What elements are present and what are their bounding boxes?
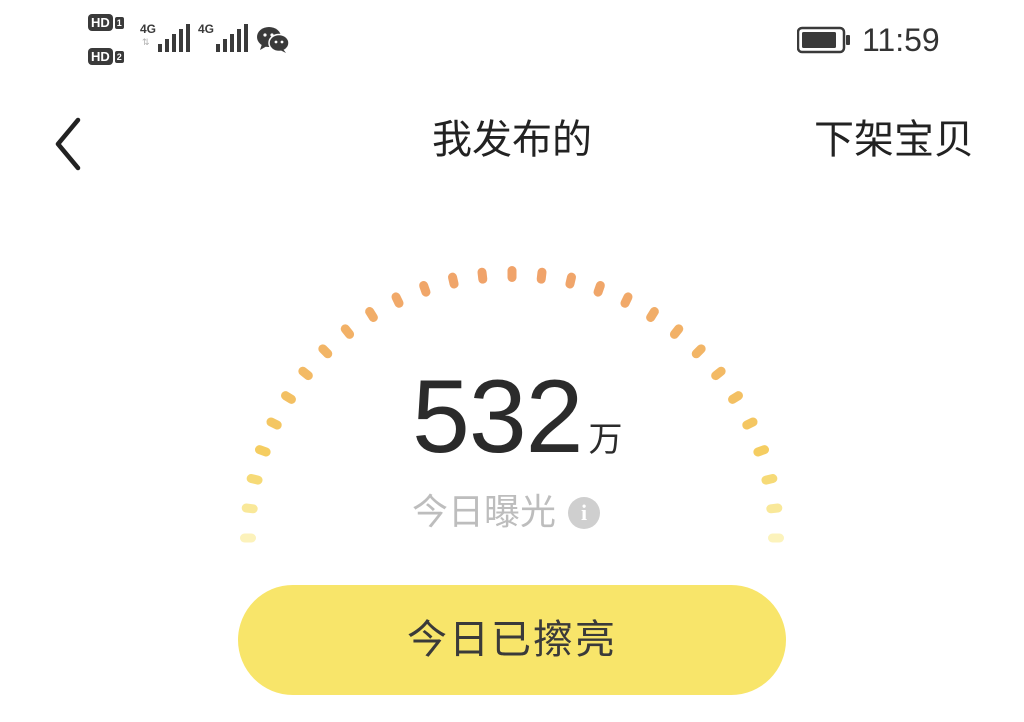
gauge-tick <box>565 272 576 289</box>
battery-icon <box>797 26 850 54</box>
gauge-tick <box>620 292 633 308</box>
gauge-tick <box>246 474 263 485</box>
polish-button[interactable]: 今日已擦亮 <box>238 585 786 695</box>
info-icon[interactable]: i <box>568 497 601 529</box>
network-type-2: 4G <box>198 22 215 36</box>
gauge-tick <box>318 344 333 359</box>
gauge-tick <box>728 391 743 404</box>
gauge-tick <box>711 366 726 381</box>
gauge-tick <box>365 307 378 322</box>
hd-label: HD <box>88 48 113 65</box>
exposure-label: 今日曝光 <box>412 492 557 533</box>
gauge-tick <box>340 324 355 339</box>
wechat-icon <box>257 27 290 53</box>
signal-bars <box>158 24 190 52</box>
gauge-tick <box>669 324 684 339</box>
hd-label: HD <box>88 14 113 31</box>
gauge-tick <box>477 267 488 284</box>
exposure-number: 532 <box>412 359 584 475</box>
signal-bars <box>216 24 248 52</box>
network-type-1: 4G <box>140 22 157 36</box>
data-arrows-icon: ⇅ <box>142 38 150 48</box>
gauge-tick <box>691 344 706 359</box>
gauge-tick <box>742 417 758 430</box>
gauge-tick <box>254 445 271 457</box>
gauge-tick <box>240 533 256 543</box>
gauge-tick <box>766 503 783 514</box>
nav-bar: 我发布的 下架宝贝 <box>0 100 1024 180</box>
gauge-tick <box>768 533 784 543</box>
gauge-tick <box>646 307 659 322</box>
status-bar: HD 1 HD 2 4G ⇅ 4G 11:59 <box>0 0 1024 80</box>
sim-slot-1: 1 <box>114 16 124 29</box>
hd-indicators: HD 1 HD 2 <box>88 14 134 70</box>
polish-button-label: 今日已擦亮 <box>407 617 617 663</box>
exposure-unit: 万 <box>588 420 623 460</box>
gauge-tick <box>507 266 517 282</box>
gauge-tick <box>266 417 282 430</box>
hd-icon-sim1: HD 1 <box>88 14 124 31</box>
gauge-tick <box>593 280 605 297</box>
gauge-tick <box>448 272 459 289</box>
gauge-tick <box>761 474 778 485</box>
unlisted-items-link[interactable]: 下架宝贝 <box>814 116 974 164</box>
gauge-tick <box>241 503 258 514</box>
gauge-tick <box>298 366 313 381</box>
gauge-tick <box>391 292 404 308</box>
exposure-label-row: 今日曝光 i <box>412 490 601 536</box>
gauge-tick <box>536 267 547 284</box>
gauge-tick <box>753 445 770 457</box>
exposure-value: 532 万 <box>412 362 623 472</box>
gauge-tick <box>419 280 431 297</box>
status-time: 11:59 <box>862 22 940 58</box>
gauge-tick <box>281 391 296 404</box>
hd-icon-sim2: HD 2 <box>88 48 124 65</box>
sim-slot-2: 2 <box>114 50 124 63</box>
